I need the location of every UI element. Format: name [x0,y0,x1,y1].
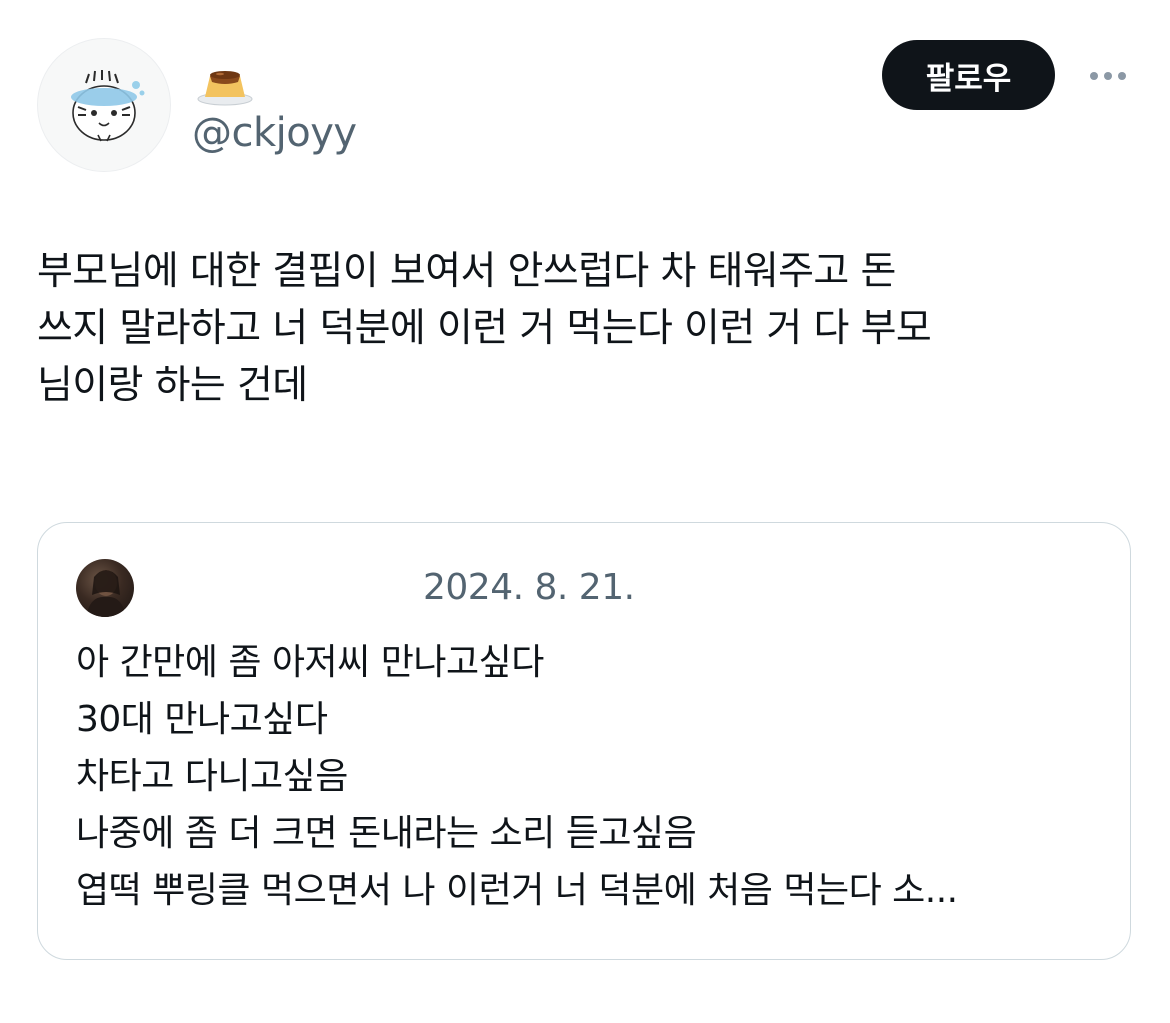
author-handle[interactable]: @ckjoyy [192,110,357,156]
follow-button[interactable]: 팔로우 [882,40,1055,110]
more-options-icon[interactable] [1080,58,1136,94]
tiger-cartoon-avatar-icon [71,70,145,142]
pudding-emoji-icon [196,64,254,106]
tweet-text: 부모님에 대한 결핍이 보여서 안쓰럽다 차 태워주고 돈 쓰지 말라하고 너 … [37,249,932,408]
quoted-author-avatar[interactable] [76,559,134,617]
user-photo-avatar-icon [86,570,126,617]
quoted-tweet-date[interactable]: 2024. 8. 21. [423,567,635,608]
quoted-tweet-text: 아 간만에 좀 아저씨 만나고싶다 30대 만나고싶다 차타고 다니고싶음 나중… [76,642,958,911]
author-avatar[interactable] [37,38,171,172]
quoted-tweet-card[interactable]: 2024. 8. 21. 아 간만에 좀 아저씨 만나고싶다 30대 만나고싶다… [37,522,1131,960]
